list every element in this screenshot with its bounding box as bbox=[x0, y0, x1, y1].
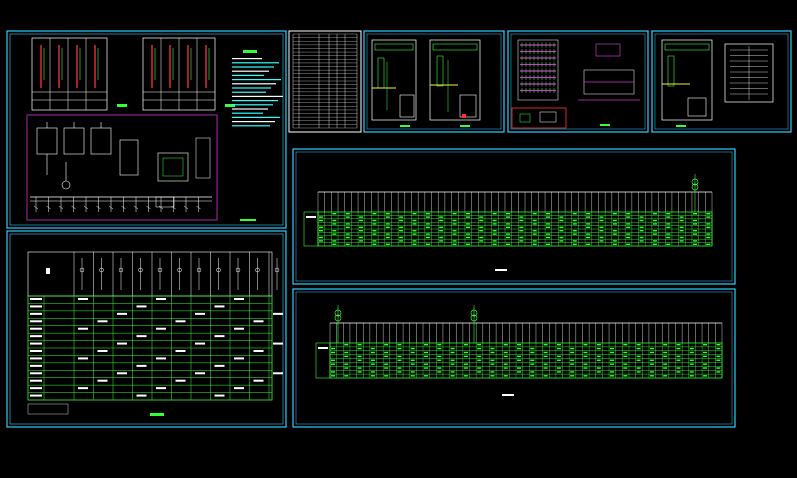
sheet-sections[interactable] bbox=[507, 30, 649, 133]
equipment-data-table bbox=[27, 295, 283, 415]
sheet-long-system-2[interactable] bbox=[292, 288, 736, 428]
caption-mark bbox=[117, 104, 127, 107]
equipment-columns bbox=[46, 252, 280, 296]
switchgear-elevation-left bbox=[31, 37, 108, 111]
sheet-floor-plans[interactable] bbox=[363, 30, 505, 133]
cad-drawing-canvas[interactable] bbox=[0, 0, 797, 478]
sheet-equipment-table[interactable] bbox=[6, 230, 287, 428]
section-bars bbox=[520, 42, 556, 93]
material-list-table bbox=[292, 33, 358, 129]
sheet-room-layout[interactable] bbox=[651, 30, 792, 133]
general-notes-block bbox=[232, 50, 283, 127]
sheet-material-list[interactable] bbox=[288, 30, 362, 133]
sheet-long-system-1[interactable] bbox=[292, 148, 736, 285]
control-schematic bbox=[26, 114, 218, 221]
room-detail-rows bbox=[730, 46, 768, 100]
system-diagram-1 bbox=[303, 174, 713, 247]
sheet-schematic-notes[interactable] bbox=[6, 30, 287, 229]
sheet-title-mark bbox=[150, 413, 164, 416]
switchgear-elevation-right bbox=[142, 37, 216, 111]
sheet-title-mark bbox=[240, 219, 256, 221]
system-diagram-2 bbox=[315, 305, 723, 379]
feeder-ticks bbox=[33, 197, 201, 212]
